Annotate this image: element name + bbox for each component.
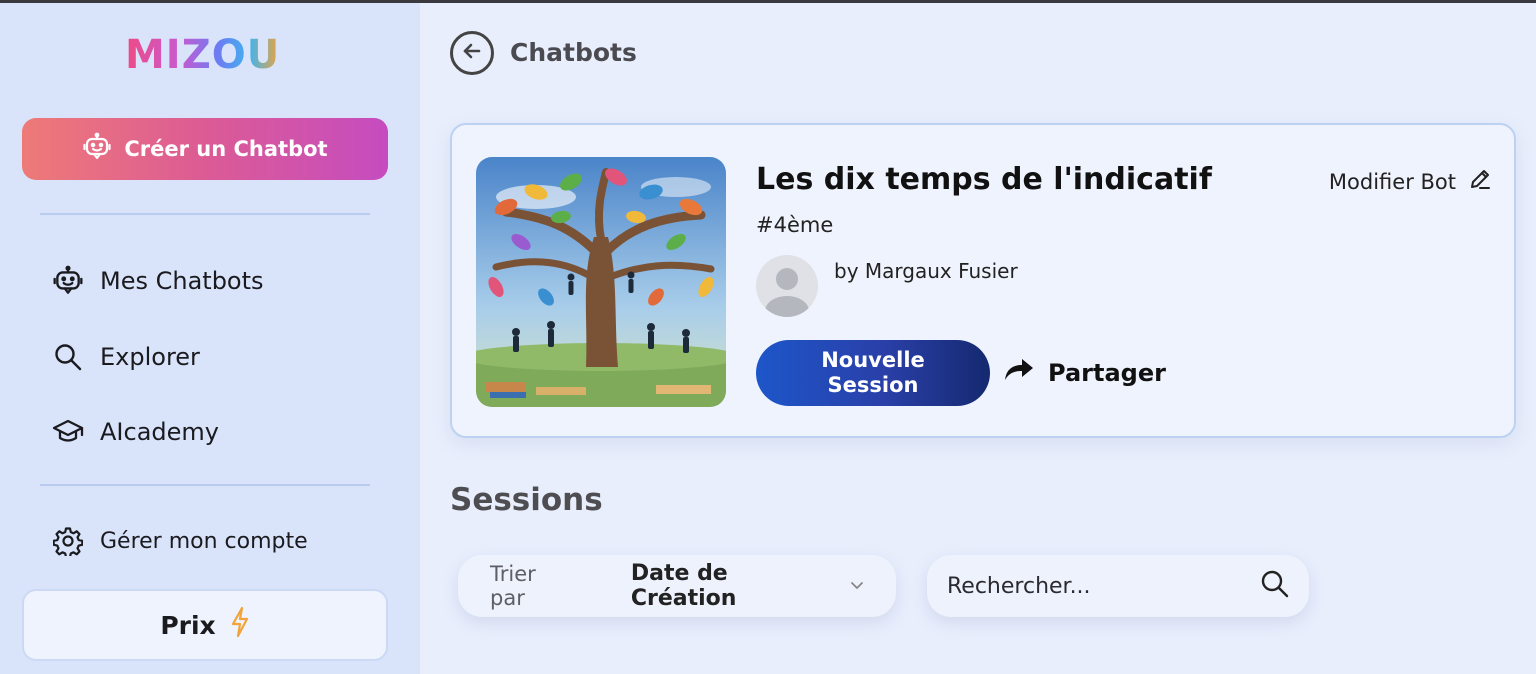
page-title: Chatbots <box>510 38 637 67</box>
graduation-cap-icon <box>52 416 84 448</box>
robot-icon <box>82 132 112 167</box>
sidebar-divider <box>40 484 370 486</box>
bot-card: Les dix temps de l'indicatif Modifier Bo… <box>450 123 1516 438</box>
modify-bot-button[interactable]: Modifier Bot <box>1329 167 1492 196</box>
mizou-logo[interactable]: MIZOU <box>125 31 280 79</box>
search-icon <box>52 341 84 373</box>
bot-title: Les dix temps de l'indicatif <box>756 162 1212 197</box>
sidebar-item-aicademy[interactable]: AIcademy <box>52 414 219 450</box>
session-search <box>927 555 1309 617</box>
modify-bot-label: Modifier Bot <box>1328 169 1456 194</box>
gear-icon <box>52 525 84 557</box>
new-session-button[interactable]: Nouvelle Session <box>756 340 990 406</box>
sidebar-item-mes-chatbots[interactable]: Mes Chatbots <box>52 263 264 299</box>
sidebar: MIZOU Créer un Chatbot Mes Chatbots Expl… <box>0 3 420 674</box>
share-arrow-icon <box>1004 357 1034 389</box>
chevron-down-icon <box>850 581 864 591</box>
sidebar-item-label: AIcademy <box>100 418 219 446</box>
pencil-icon <box>1468 167 1492 196</box>
author-avatar <box>756 255 818 317</box>
share-label: Partager <box>1048 359 1166 387</box>
bot-cover-image <box>476 157 726 407</box>
sessions-title: Sessions <box>450 482 603 518</box>
arrow-left-icon <box>460 39 484 67</box>
create-chatbot-button[interactable]: Créer un Chatbot <box>22 118 388 180</box>
share-button[interactable]: Partager <box>1004 357 1166 389</box>
pricing-button[interactable]: Prix <box>22 589 388 661</box>
sidebar-item-label: Gérer mon compte <box>100 528 308 554</box>
back-button[interactable] <box>450 31 494 75</box>
create-chatbot-label: Créer un Chatbot <box>124 137 328 161</box>
sidebar-item-explorer[interactable]: Explorer <box>52 339 200 375</box>
sort-value: Date de Création <box>630 561 737 611</box>
sort-dropdown[interactable]: Trier par Date de Création <box>458 555 896 617</box>
sidebar-item-label: Mes Chatbots <box>100 267 264 295</box>
lightning-icon <box>230 606 250 644</box>
robot-icon <box>52 265 84 297</box>
search-icon[interactable] <box>1259 568 1291 604</box>
author-name: by Margaux Fusier <box>834 259 1018 283</box>
sidebar-item-label: Explorer <box>100 343 200 371</box>
search-input[interactable] <box>947 573 1259 599</box>
sidebar-item-account[interactable]: Gérer mon compte <box>52 523 308 559</box>
grade-tag: #4ème <box>756 213 834 237</box>
pricing-label: Prix <box>160 610 216 640</box>
sidebar-divider <box>40 213 370 215</box>
sort-label: Trier par <box>490 562 536 610</box>
